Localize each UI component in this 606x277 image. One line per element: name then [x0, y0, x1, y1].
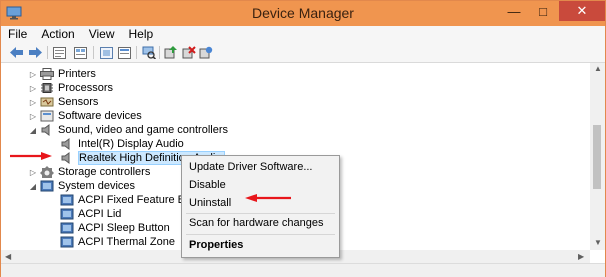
tree-item-acpi-lid[interactable]: ACPI Lid — [48, 207, 121, 221]
scan-icon[interactable] — [117, 45, 132, 60]
software-device-icon — [40, 110, 54, 122]
tree-item-label: ACPI Sleep Button — [78, 222, 170, 234]
tree-item-printers[interactable]: ▷ Printers — [28, 67, 96, 81]
expand-arrow-icon[interactable]: ▷ — [28, 112, 38, 121]
annotation-arrow-icon — [245, 194, 291, 202]
tree-item-sensors[interactable]: ▷ Sensors — [28, 95, 98, 109]
monitor-scan-icon[interactable] — [141, 45, 156, 60]
tree-item-processors[interactable]: ▷ Processors — [28, 81, 113, 95]
maximize-button[interactable]: □ — [529, 1, 557, 21]
menu-action[interactable]: Action — [34, 26, 81, 43]
speaker-icon — [61, 138, 70, 150]
menu-file[interactable]: File — [1, 26, 34, 43]
tree-item-label: Software devices — [58, 110, 142, 122]
context-separator — [186, 234, 335, 235]
expand-arrow-icon[interactable]: ▷ — [28, 84, 38, 93]
context-scan-hardware[interactable]: Scan for hardware changes — [189, 217, 324, 229]
properties-icon[interactable] — [52, 45, 67, 60]
context-uninstall[interactable]: Uninstall — [189, 197, 231, 209]
tree-item-acpi-fixed-feature[interactable]: ACPI Fixed Feature Butt — [48, 193, 197, 207]
context-disable[interactable]: Disable — [189, 179, 226, 191]
toolbar — [1, 43, 605, 63]
collapse-arrow-icon[interactable]: ◢ — [28, 182, 38, 191]
back-icon[interactable] — [9, 45, 24, 60]
toolbar-separator — [47, 46, 48, 59]
expand-arrow-icon[interactable]: ▷ — [28, 168, 38, 177]
device-manager-window: Device Manager — □ ✕ File Action View He… — [0, 0, 606, 277]
tree-item-label: ACPI Lid — [78, 208, 122, 220]
acpi-icon — [60, 208, 74, 220]
context-menu: Update Driver Software... Disable Uninst… — [181, 155, 340, 258]
tree-item-label: Sensors — [58, 96, 99, 108]
acpi-icon — [60, 194, 74, 206]
tree-item-software-devices[interactable]: ▷ Software devices — [28, 109, 142, 123]
help-icon[interactable] — [99, 45, 114, 60]
menu-bar: File Action View Help — [1, 26, 605, 43]
tree-item-label: Sound, video and game controllers — [58, 124, 228, 136]
uninstall-icon[interactable] — [181, 45, 196, 60]
scroll-up-arrow-icon[interactable]: ▲ — [594, 64, 602, 73]
printer-icon — [40, 68, 54, 80]
sensor-icon — [40, 97, 54, 107]
tree-item-sound-video-game[interactable]: ◢ Sound, video and game controllers — [28, 123, 228, 137]
scroll-down-arrow-icon[interactable]: ▼ — [594, 238, 602, 247]
expand-arrow-icon[interactable]: ▷ — [28, 98, 38, 107]
system-folder-icon — [40, 180, 54, 192]
update-driver-icon[interactable] — [163, 45, 178, 60]
tree-item-label: Storage controllers — [58, 166, 151, 178]
vertical-scrollbar[interactable]: ▲ ▼ — [590, 63, 605, 250]
menu-view[interactable]: View — [82, 26, 122, 43]
expand-arrow-icon[interactable]: ▷ — [28, 70, 38, 79]
collapse-arrow-icon[interactable]: ◢ — [28, 126, 38, 135]
scroll-left-arrow-icon[interactable]: ◀ — [5, 252, 11, 261]
tree-item-label: ACPI Fixed Feature Butt — [78, 194, 198, 206]
tree-item-label: Printers — [58, 68, 96, 80]
tree-item-label: Processors — [58, 82, 114, 94]
storage-icon — [40, 166, 54, 178]
acpi-icon — [60, 222, 74, 234]
toolbar-separator — [93, 46, 94, 59]
tree-item-system-devices[interactable]: ◢ System devices — [28, 179, 135, 193]
forward-icon[interactable] — [28, 45, 43, 60]
title-bar[interactable]: Device Manager — □ ✕ — [1, 1, 605, 26]
toolbar-separator — [159, 46, 160, 59]
toolbar-separator — [136, 46, 137, 59]
menu-help[interactable]: Help — [122, 26, 161, 43]
context-update-driver[interactable]: Update Driver Software... — [189, 161, 313, 173]
tree-item-label: ACPI Thermal Zone — [78, 236, 176, 248]
close-button[interactable]: ✕ — [559, 1, 605, 21]
enable-icon[interactable] — [198, 45, 213, 60]
context-separator — [186, 213, 335, 214]
tree-item-label: System devices — [58, 180, 136, 192]
context-properties[interactable]: Properties — [189, 239, 243, 251]
annotation-arrow-icon — [10, 152, 52, 160]
speaker-icon — [61, 152, 70, 164]
view-icon[interactable] — [73, 45, 88, 60]
tree-item-acpi-sleep-button[interactable]: ACPI Sleep Button — [48, 221, 170, 235]
tree-item-intel-display-audio[interactable]: Intel(R) Display Audio — [48, 137, 184, 151]
tree-item-label: Intel(R) Display Audio — [78, 138, 184, 150]
vertical-scroll-thumb[interactable] — [593, 125, 601, 189]
tree-item-storage-controllers[interactable]: ▷ Storage controllers — [28, 165, 150, 179]
scroll-right-arrow-icon[interactable]: ▶ — [578, 252, 584, 261]
minimize-button[interactable]: — — [499, 1, 529, 21]
acpi-icon — [60, 236, 74, 248]
speaker-icon — [41, 124, 50, 136]
tree-item-acpi-thermal-zone[interactable]: ACPI Thermal Zone — [48, 235, 175, 249]
status-bar — [1, 263, 605, 277]
processor-icon — [41, 83, 53, 93]
